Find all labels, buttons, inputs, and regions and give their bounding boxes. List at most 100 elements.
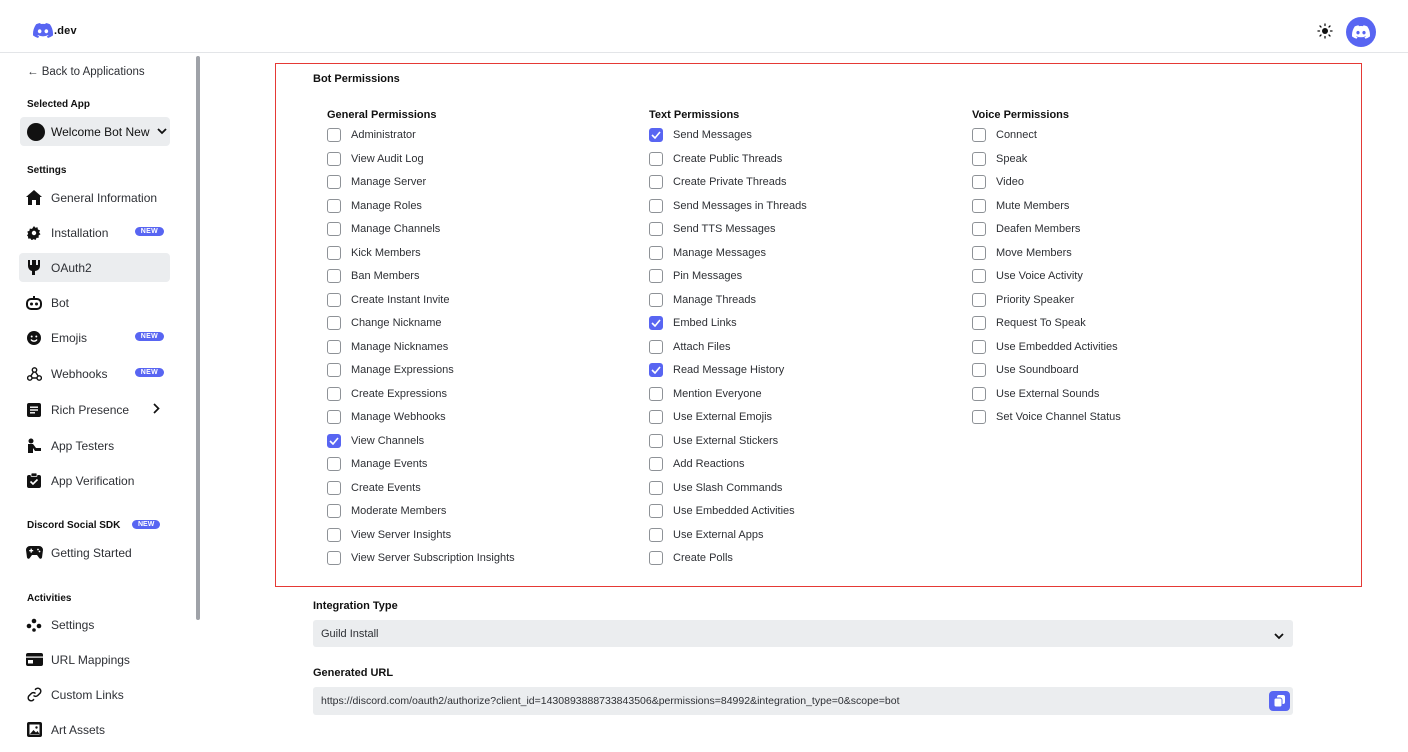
checkbox[interactable] bbox=[972, 363, 986, 377]
checkbox[interactable] bbox=[327, 504, 341, 518]
sidebar-item-rich-presence[interactable]: Rich Presence bbox=[19, 395, 170, 424]
permission-row[interactable]: Use Slash Commands bbox=[649, 480, 782, 496]
permission-row[interactable]: Manage Threads bbox=[649, 292, 756, 308]
app-selector[interactable]: Welcome Bot New bbox=[20, 117, 170, 146]
sidebar-scrollbar[interactable] bbox=[196, 56, 200, 620]
sidebar-item-getting-started[interactable]: Getting Started bbox=[19, 538, 170, 567]
permission-row[interactable]: Use Soundboard bbox=[972, 362, 1079, 378]
back-to-applications-link[interactable]: ← Back to Applications bbox=[27, 66, 145, 78]
checkbox[interactable] bbox=[649, 222, 663, 236]
checkbox-checked[interactable] bbox=[649, 128, 663, 142]
permission-row[interactable]: Video bbox=[972, 174, 1024, 190]
integration-type-select[interactable]: Guild Install bbox=[313, 620, 1293, 647]
checkbox[interactable] bbox=[649, 504, 663, 518]
permission-row[interactable]: Manage Messages bbox=[649, 245, 766, 261]
checkbox[interactable] bbox=[972, 316, 986, 330]
permission-row[interactable]: Attach Files bbox=[649, 339, 730, 355]
sidebar-item-activity-settings[interactable]: Settings bbox=[19, 610, 170, 639]
checkbox[interactable] bbox=[327, 551, 341, 565]
user-avatar[interactable] bbox=[1346, 17, 1376, 47]
checkbox[interactable] bbox=[327, 339, 341, 354]
checkbox[interactable] bbox=[649, 269, 663, 283]
sidebar-item-bot[interactable]: Bot bbox=[19, 288, 170, 317]
permission-row[interactable]: Send Messages bbox=[649, 127, 752, 143]
checkbox[interactable] bbox=[649, 527, 663, 542]
checkbox[interactable] bbox=[972, 292, 986, 307]
permission-row[interactable]: Use Embedded Activities bbox=[972, 339, 1118, 355]
checkbox[interactable] bbox=[972, 339, 986, 354]
checkbox[interactable] bbox=[972, 386, 986, 401]
checkbox[interactable] bbox=[327, 480, 341, 495]
checkbox[interactable] bbox=[649, 386, 663, 401]
generated-url-field[interactable]: https://discord.com/oauth2/authorize?cli… bbox=[313, 687, 1293, 715]
checkbox[interactable] bbox=[327, 198, 341, 213]
sidebar-item-custom-links[interactable]: Custom Links bbox=[19, 680, 170, 709]
checkbox[interactable] bbox=[972, 222, 986, 236]
permission-row[interactable]: Add Reactions bbox=[649, 456, 745, 472]
permission-row[interactable]: Embed Links bbox=[649, 315, 737, 331]
checkbox[interactable] bbox=[327, 269, 341, 283]
permission-row[interactable]: Create Events bbox=[327, 480, 421, 496]
permission-row[interactable]: Create Polls bbox=[649, 550, 733, 566]
permission-row[interactable]: Manage Roles bbox=[327, 198, 422, 214]
permission-row[interactable]: Send TTS Messages bbox=[649, 221, 776, 237]
permission-row[interactable]: Create Instant Invite bbox=[327, 292, 449, 308]
checkbox[interactable] bbox=[649, 198, 663, 213]
sidebar-item-installation[interactable]: Installation NEW bbox=[19, 218, 170, 247]
permission-row[interactable]: Deafen Members bbox=[972, 221, 1080, 237]
permission-row[interactable]: Send Messages in Threads bbox=[649, 198, 807, 214]
checkbox[interactable] bbox=[327, 292, 341, 307]
permission-row[interactable]: Pin Messages bbox=[649, 268, 742, 284]
checkbox[interactable] bbox=[649, 175, 663, 189]
permission-row[interactable]: Ban Members bbox=[327, 268, 419, 284]
permission-row[interactable]: Speak bbox=[972, 151, 1027, 167]
checkbox[interactable] bbox=[327, 363, 341, 377]
checkbox[interactable] bbox=[972, 151, 986, 166]
checkbox[interactable] bbox=[649, 292, 663, 307]
checkbox[interactable] bbox=[649, 433, 663, 448]
checkbox-checked[interactable] bbox=[649, 316, 663, 330]
permission-row[interactable]: Manage Nicknames bbox=[327, 339, 448, 355]
permission-row[interactable]: Change Nickname bbox=[327, 315, 442, 331]
checkbox[interactable] bbox=[327, 245, 341, 260]
checkbox[interactable] bbox=[327, 527, 341, 542]
permission-row[interactable]: View Server Subscription Insights bbox=[327, 550, 515, 566]
checkbox[interactable] bbox=[327, 316, 341, 330]
checkbox[interactable] bbox=[649, 480, 663, 495]
sidebar-item-url-mappings[interactable]: URL Mappings bbox=[19, 645, 170, 674]
permission-row[interactable]: Moderate Members bbox=[327, 503, 446, 519]
permission-row[interactable]: Request To Speak bbox=[972, 315, 1086, 331]
permission-row[interactable]: Mute Members bbox=[972, 198, 1069, 214]
checkbox[interactable] bbox=[649, 551, 663, 565]
checkbox[interactable] bbox=[327, 386, 341, 401]
checkbox-checked[interactable] bbox=[649, 363, 663, 377]
checkbox[interactable] bbox=[649, 339, 663, 354]
checkbox[interactable] bbox=[972, 175, 986, 189]
discord-dev-logo[interactable]: .dev bbox=[33, 23, 77, 38]
permission-row[interactable]: Manage Webhooks bbox=[327, 409, 446, 425]
permission-row[interactable]: View Audit Log bbox=[327, 151, 424, 167]
sidebar-item-art-assets[interactable]: Art Assets bbox=[19, 715, 170, 744]
permission-row[interactable]: Kick Members bbox=[327, 245, 421, 261]
checkbox[interactable] bbox=[327, 457, 341, 471]
permission-row[interactable]: Manage Events bbox=[327, 456, 427, 472]
permission-row[interactable]: View Server Insights bbox=[327, 527, 451, 543]
checkbox[interactable] bbox=[972, 198, 986, 213]
checkbox-checked[interactable] bbox=[327, 433, 341, 448]
checkbox[interactable] bbox=[972, 410, 986, 424]
sidebar-item-oauth2[interactable]: OAuth2 bbox=[19, 253, 170, 282]
sidebar-item-app-verification[interactable]: App Verification bbox=[19, 466, 170, 495]
checkbox[interactable] bbox=[972, 269, 986, 283]
checkbox[interactable] bbox=[649, 457, 663, 471]
sidebar-item-emojis[interactable]: Emojis NEW bbox=[19, 323, 170, 352]
sidebar-item-webhooks[interactable]: Webhooks NEW bbox=[19, 359, 170, 388]
permission-row[interactable]: Use External Stickers bbox=[649, 433, 778, 449]
permission-row[interactable]: Manage Channels bbox=[327, 221, 440, 237]
permission-row[interactable]: Mention Everyone bbox=[649, 386, 762, 402]
checkbox[interactable] bbox=[972, 245, 986, 260]
permission-row[interactable]: Create Expressions bbox=[327, 386, 447, 402]
checkbox[interactable] bbox=[327, 175, 341, 189]
permission-row[interactable]: Manage Server bbox=[327, 174, 426, 190]
permission-row[interactable]: Use External Emojis bbox=[649, 409, 772, 425]
checkbox[interactable] bbox=[972, 128, 986, 142]
